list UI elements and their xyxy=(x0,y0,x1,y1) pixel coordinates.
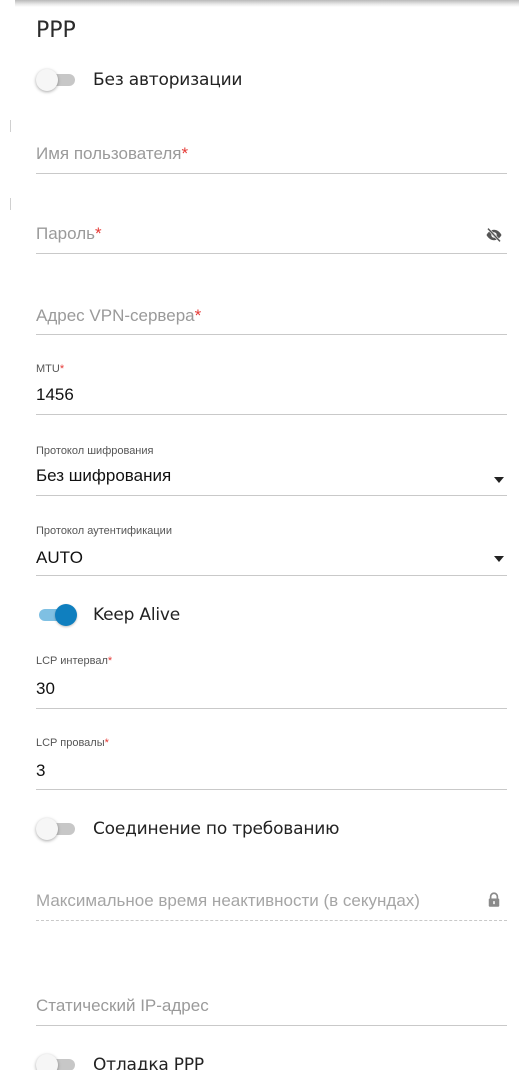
auth-protocol-select[interactable]: Протокол аутентификации AUTO xyxy=(36,523,507,576)
left-divider-tick xyxy=(10,198,11,210)
encryption-value: Без шифрования xyxy=(36,466,172,485)
ppp-debug-label: Отладка PPP xyxy=(93,1055,204,1070)
no-auth-toggle-row[interactable]: Без авторизации xyxy=(36,65,506,95)
static-ip-field[interactable]: Статический IP-адрес xyxy=(36,990,507,1026)
password-placeholder: Пароль* xyxy=(36,224,102,243)
keep-alive-switch[interactable] xyxy=(36,603,77,627)
section-title: PPP xyxy=(36,18,76,43)
username-placeholder: Имя пользователя* xyxy=(36,144,189,163)
lcp-failures-value: 3 xyxy=(36,761,46,780)
no-auth-switch[interactable] xyxy=(36,68,76,92)
lcp-failures-field[interactable]: LCP провалы* 3 xyxy=(36,735,507,790)
max-idle-field: Максимальное время неактивности (в секун… xyxy=(36,885,507,921)
password-field[interactable]: Пароль* xyxy=(36,220,507,254)
required-mark: * xyxy=(59,363,65,375)
ppp-debug-toggle-row[interactable]: Отладка PPP xyxy=(36,1050,506,1070)
required-mark: * xyxy=(194,306,202,325)
eye-slash-icon[interactable] xyxy=(485,226,503,244)
vpn-server-field[interactable]: Адрес VPN-сервера* xyxy=(36,300,507,335)
ppp-debug-switch[interactable] xyxy=(36,1053,76,1070)
on-demand-toggle-row[interactable]: Соединение по требованию xyxy=(36,814,506,844)
on-demand-label: Соединение по требованию xyxy=(93,819,340,839)
caret-down-icon[interactable] xyxy=(494,477,504,483)
switch-thumb xyxy=(36,69,58,91)
lcp-interval-field[interactable]: LCP интервал* 30 xyxy=(36,653,507,709)
required-mark: * xyxy=(104,737,109,749)
mtu-label: MTU* xyxy=(36,363,65,375)
required-mark: * xyxy=(181,144,189,163)
keep-alive-toggle-row[interactable]: Keep Alive xyxy=(36,600,506,630)
required-mark: * xyxy=(95,224,102,243)
encryption-select[interactable]: Протокол шифрования Без шифрования xyxy=(36,443,507,496)
lcp-failures-label: LCP провалы* xyxy=(36,737,109,749)
switch-thumb xyxy=(55,604,77,626)
lcp-interval-label: LCP интервал* xyxy=(36,655,113,667)
on-demand-switch[interactable] xyxy=(36,817,76,841)
lock-icon xyxy=(488,892,500,907)
vpn-server-placeholder: Адрес VPN-сервера* xyxy=(36,306,202,325)
keep-alive-label: Keep Alive xyxy=(93,605,181,625)
encryption-label: Протокол шифрования xyxy=(36,445,154,457)
lcp-interval-value: 30 xyxy=(36,679,55,698)
ppp-settings-page: PPP Без авторизации Имя пользователя* Па… xyxy=(0,0,519,1070)
required-mark: * xyxy=(107,655,113,667)
top-shadow-edge xyxy=(15,0,519,7)
mtu-field[interactable]: MTU* 1456 xyxy=(36,360,507,415)
static-ip-placeholder: Статический IP-адрес xyxy=(36,996,209,1015)
switch-thumb xyxy=(36,818,58,840)
mtu-value: 1456 xyxy=(36,385,74,404)
caret-down-icon[interactable] xyxy=(494,556,504,562)
auth-protocol-label: Протокол аутентификации xyxy=(36,525,172,537)
max-idle-placeholder: Максимальное время неактивности (в секун… xyxy=(36,891,420,910)
auth-protocol-value: AUTO xyxy=(36,548,83,567)
switch-thumb xyxy=(36,1054,58,1070)
username-field[interactable]: Имя пользователя* xyxy=(36,140,507,174)
no-auth-label: Без авторизации xyxy=(93,70,243,90)
left-divider-tick xyxy=(10,120,11,132)
